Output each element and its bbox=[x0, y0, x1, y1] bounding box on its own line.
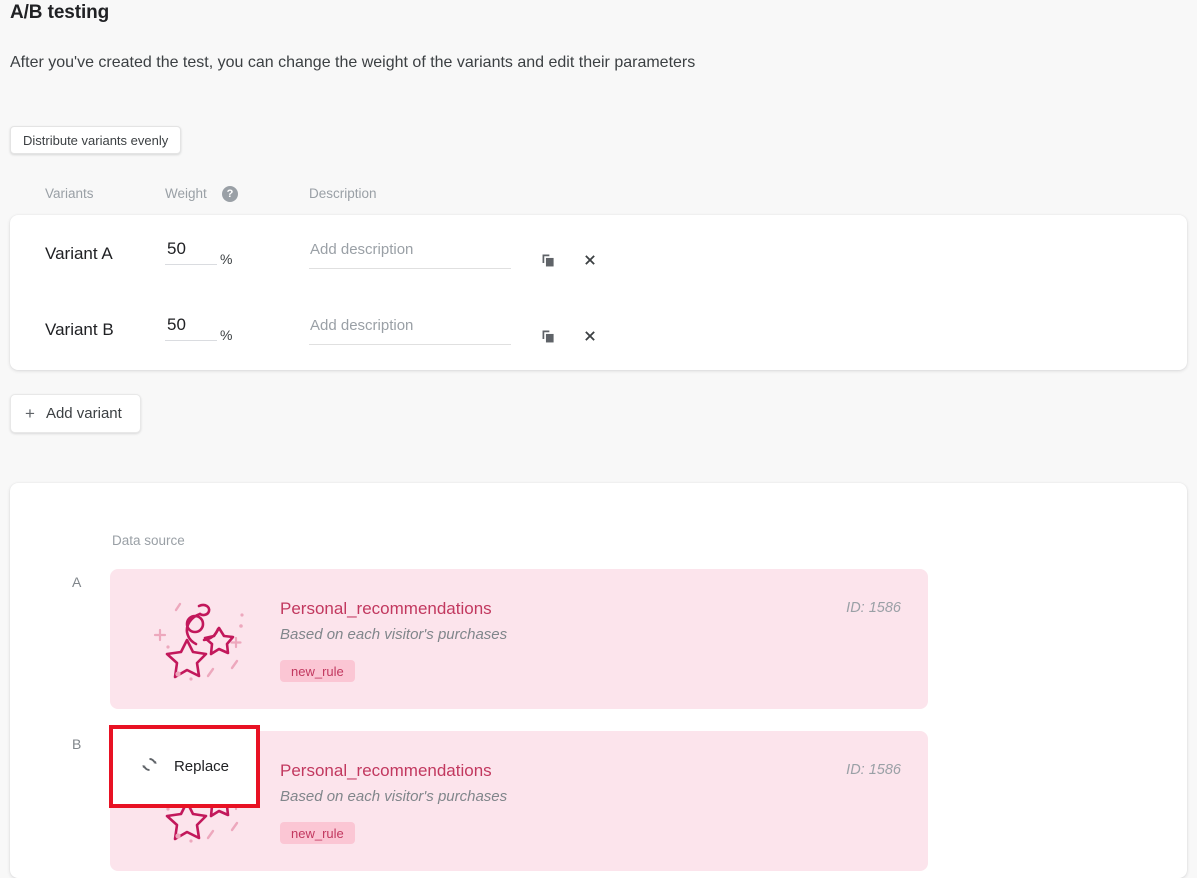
table-row: Variant A % bbox=[10, 225, 1187, 285]
description-field-wrap bbox=[309, 313, 511, 345]
status-badge: new_rule bbox=[280, 822, 355, 844]
replace-button[interactable]: Replace bbox=[109, 725, 260, 808]
description-field-wrap bbox=[309, 237, 511, 269]
plus-icon: + bbox=[25, 404, 35, 423]
variant-letter-b: B bbox=[72, 736, 82, 752]
column-header-description: Description bbox=[309, 186, 377, 201]
row-actions bbox=[538, 250, 600, 270]
distribute-variants-evenly-button[interactable]: Distribute variants evenly bbox=[10, 126, 182, 154]
distribute-variants-evenly-label: Distribute variants evenly bbox=[23, 132, 169, 148]
percent-sign: % bbox=[220, 251, 233, 267]
weight-field-wrap bbox=[165, 237, 223, 265]
page-title: A/B testing bbox=[10, 2, 110, 23]
row-actions bbox=[538, 326, 600, 346]
column-header-variants: Variants bbox=[45, 186, 94, 201]
data-source-title: Personal_recommendations bbox=[280, 599, 492, 618]
data-source-label: Data source bbox=[112, 533, 185, 548]
percent-sign: % bbox=[220, 327, 233, 343]
variant-name: Variant B bbox=[45, 320, 114, 339]
weight-input[interactable] bbox=[165, 237, 217, 265]
data-source-id: ID: 1586 bbox=[846, 600, 901, 616]
data-source-id: ID: 1586 bbox=[846, 762, 901, 778]
sync-refresh-icon bbox=[140, 755, 159, 779]
ab-testing-page: A/B testing After you've created the tes… bbox=[0, 0, 1197, 878]
replace-label: Replace bbox=[173, 758, 230, 775]
help-icon[interactable]: ? bbox=[222, 186, 238, 202]
status-badge: new_rule bbox=[280, 660, 355, 682]
close-icon[interactable] bbox=[580, 250, 600, 270]
data-source-subtitle: Based on each visitor's purchases bbox=[280, 626, 508, 643]
description-input[interactable] bbox=[309, 237, 511, 269]
weight-field-wrap bbox=[165, 313, 223, 341]
data-source-title: Personal_recommendations bbox=[280, 761, 492, 780]
magic-wand-stars-icon bbox=[146, 584, 256, 694]
data-source-item-a[interactable]: Personal_recommendations Based on each v… bbox=[110, 569, 928, 709]
table-row: Variant B % bbox=[10, 301, 1187, 361]
description-input[interactable] bbox=[309, 313, 511, 345]
copy-icon[interactable] bbox=[538, 250, 558, 270]
variant-name: Variant A bbox=[45, 244, 113, 263]
copy-icon[interactable] bbox=[538, 326, 558, 346]
variants-card: Variant A % bbox=[10, 215, 1187, 370]
add-variant-button[interactable]: + Add variant bbox=[10, 394, 141, 433]
column-header-weight: Weight bbox=[165, 186, 207, 201]
add-variant-label: Add variant bbox=[45, 405, 122, 422]
variant-letter-a: A bbox=[72, 574, 82, 590]
weight-input[interactable] bbox=[165, 313, 217, 341]
data-source-subtitle: Based on each visitor's purchases bbox=[280, 788, 508, 805]
close-icon[interactable] bbox=[580, 326, 600, 346]
page-subtitle: After you've created the test, you can c… bbox=[10, 54, 696, 71]
